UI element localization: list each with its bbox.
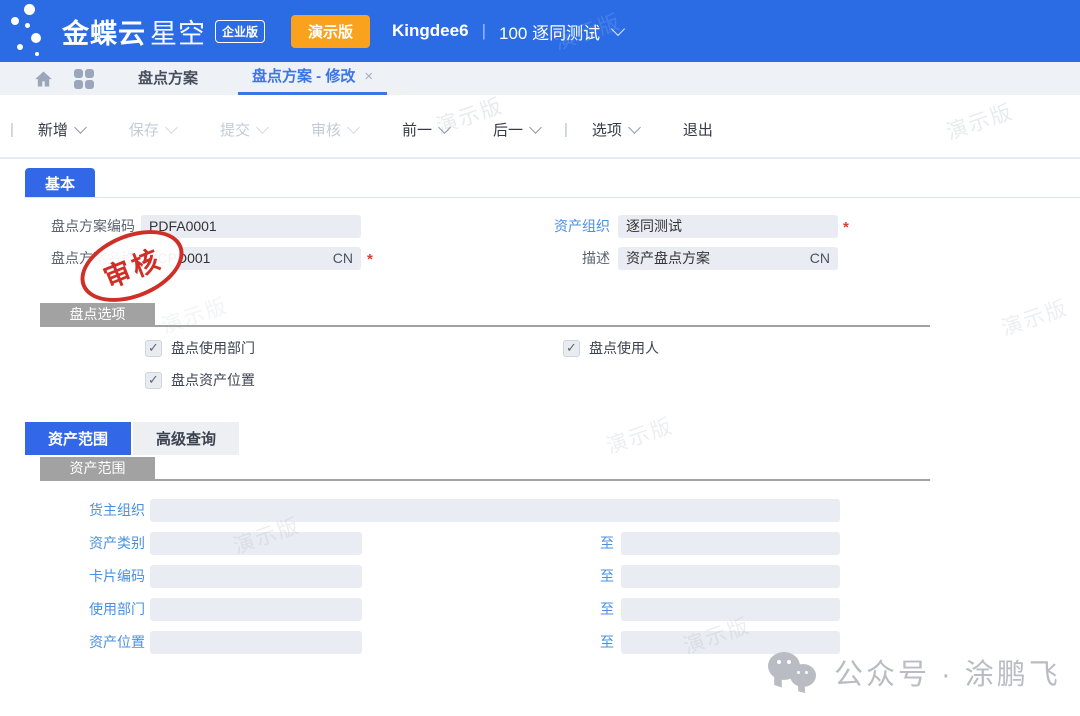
chevron-down-icon [628,121,641,134]
plan-code-label: 盘点方案编码 [0,215,135,238]
tab-plan-edit[interactable]: 盘点方案 - 修改 × [238,62,387,95]
description-label: 描述 [468,247,610,270]
tab-basic[interactable]: 基本 [25,168,95,198]
chevron-down-icon [438,121,451,134]
chevron-down-icon [74,121,87,134]
asset-category-label[interactable]: 资产类别 [0,532,145,555]
checkbox-count-use-dept[interactable]: ✓ 盘点使用部门 [145,338,255,358]
home-icon[interactable] [33,69,54,89]
card-code-label[interactable]: 卡片编码 [0,565,145,588]
save-button: 保存 [129,119,176,140]
basic-tab-underline [25,197,1080,198]
options-group-line [40,325,930,327]
plan-code-field[interactable]: PDFA0001 [141,215,361,238]
to-label: 至 [598,598,614,621]
options-button[interactable]: 选项 [592,119,639,140]
to-label: 至 [598,532,614,555]
close-tab-icon[interactable]: × [364,62,373,92]
required-asterisk: * [367,247,373,270]
brand-name-light: 星空 [150,12,206,51]
checkbox-checked-icon: ✓ [145,340,162,357]
demo-watermark: 演示版 [157,290,232,341]
exit-button[interactable]: 退出 [683,119,713,140]
use-dept-from-field[interactable] [150,598,362,621]
tab-advanced-query[interactable]: 高级查询 [133,422,239,455]
form-toolbar: | 新增 保存 提交 审核 前一 后一 | 选项 [0,112,1080,146]
wechat-watermark: 公众号 · 涂鹏飞 [768,650,1061,694]
app-header: 金蝶云 星空 企业版 演示版 Kingdee6 | 100 逐同测试 演示版 [0,0,1080,62]
brand-name-bold: 金蝶云 [62,12,146,51]
audit-button: 审核 [311,119,358,140]
use-dept-to-field[interactable] [621,598,840,621]
toolbar-divider: | [10,121,14,138]
previous-button[interactable]: 前一 [402,119,449,140]
wechat-account-text: 公众号 · 涂鹏飞 [834,651,1061,693]
card-code-to-field[interactable] [621,565,840,588]
demo-watermark: 演示版 [997,292,1072,343]
range-tab-strip: 资产范围 高级查询 [25,422,239,455]
header-divider: | [482,21,486,41]
card-code-from-field[interactable] [150,565,362,588]
checkbox-checked-icon: ✓ [145,372,162,389]
next-button[interactable]: 后一 [493,119,540,140]
chevron-down-icon [529,121,542,134]
kingdee-logo-dots-icon [8,2,52,60]
use-dept-label[interactable]: 使用部门 [0,598,145,621]
wechat-icon [768,650,820,694]
account-name: Kingdee6 [392,21,469,41]
checkbox-checked-icon: ✓ [563,340,580,357]
locale-suffix: CN [333,247,353,270]
apps-grid-icon[interactable] [74,69,94,89]
options-group-header: 盘点选项 [40,303,155,326]
checkbox-count-asset-location[interactable]: ✓ 盘点资产位置 [145,370,255,390]
owner-org-label[interactable]: 货主组织 [0,499,145,522]
to-label: 至 [598,565,614,588]
brand-logo: 金蝶云 星空 [62,12,206,51]
toolbar-divider: | [564,121,568,138]
chevron-down-icon [256,121,269,134]
asset-location-label[interactable]: 资产位置 [0,631,145,654]
tab-plan-list[interactable]: 盘点方案 [124,62,212,95]
account-org-switcher[interactable]: Kingdee6 | 100 逐同测试 [392,19,623,44]
required-asterisk: * [843,215,849,238]
asset-range-group-header: 资产范围 [40,457,155,480]
toolbar-separator-line [0,157,1080,159]
asset-org-label[interactable]: 资产组织 [468,215,610,238]
asset-range-group-line [40,479,930,481]
demo-watermark: 演示版 [602,410,677,461]
document-tab-bar: 盘点方案 盘点方案 - 修改 × [0,62,1080,95]
edition-badge: 企业版 [215,20,265,43]
owner-org-field[interactable] [150,499,840,522]
new-button[interactable]: 新增 [38,119,85,140]
asset-category-from-field[interactable] [150,532,362,555]
to-label: 至 [598,631,614,654]
locale-suffix: CN [810,247,830,270]
description-field[interactable]: 资产盘点方案 CN [618,247,838,270]
checkbox-count-user[interactable]: ✓ 盘点使用人 [563,338,659,358]
asset-location-from-field[interactable] [150,631,362,654]
submit-button: 提交 [220,119,267,140]
org-name: 100 逐同测试 [499,19,600,44]
asset-category-to-field[interactable] [621,532,840,555]
tab-asset-range[interactable]: 资产范围 [25,422,131,455]
chevron-down-icon [347,121,360,134]
chevron-down-icon [611,22,625,36]
asset-org-field[interactable]: 逐同测试 [618,215,838,238]
demo-version-badge: 演示版 [291,15,370,48]
kingdee-app-window: 金蝶云 星空 企业版 演示版 Kingdee6 | 100 逐同测试 演示版 盘… [0,0,1080,716]
chevron-down-icon [165,121,178,134]
